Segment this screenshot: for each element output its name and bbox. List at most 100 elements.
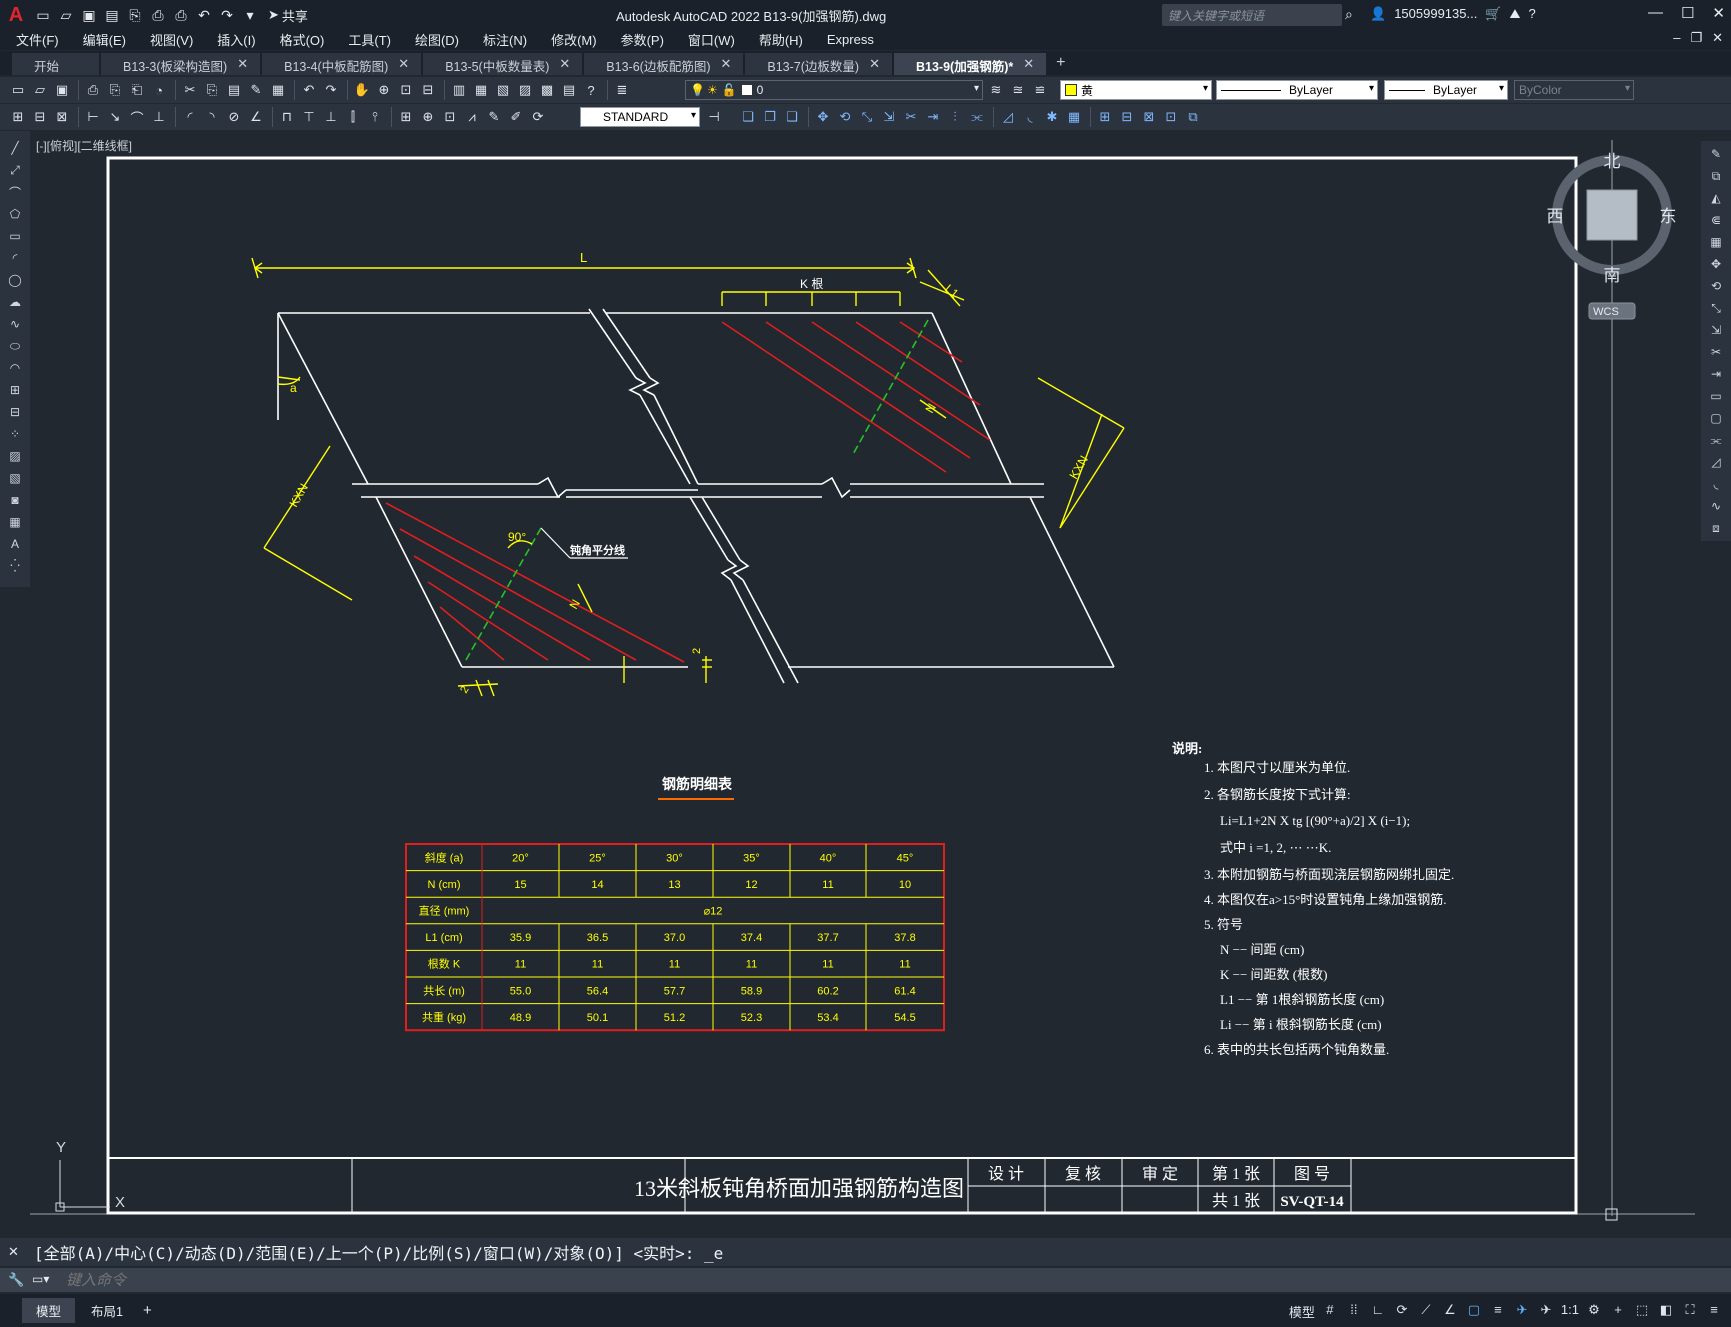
inspect-icon[interactable]: ⊡ bbox=[440, 107, 460, 127]
text-icon[interactable]: A bbox=[6, 535, 24, 553]
table-icon[interactable]: ▦ bbox=[6, 513, 24, 531]
maximize-icon[interactable]: ☐ bbox=[1681, 4, 1694, 22]
baseline-dim-icon[interactable]: ⊤ bbox=[299, 107, 319, 127]
search-input[interactable]: 键入关键字或短语 bbox=[1162, 4, 1342, 26]
linetype-dropdown[interactable]: ByLayer ▾ bbox=[1216, 80, 1378, 100]
edit-dim-icon[interactable]: ⊟ bbox=[30, 107, 50, 127]
add-selected-icon[interactable]: ⁛ bbox=[6, 557, 24, 575]
viewcube-south[interactable]: 南 bbox=[1604, 266, 1621, 285]
break-at-point-icon[interactable]: ▭ bbox=[1707, 387, 1725, 405]
layer-dropdown[interactable]: 💡 ☀ 🔓 0 ▾ bbox=[685, 80, 983, 100]
mirror-icon[interactable]: ◭ bbox=[1707, 189, 1725, 207]
break-icon[interactable]: ▢ bbox=[1707, 409, 1725, 427]
erase-icon[interactable]: ✎ bbox=[1707, 145, 1725, 163]
zoom-window-icon[interactable]: ⊡ bbox=[396, 80, 416, 100]
wcs-button[interactable] bbox=[1588, 302, 1636, 320]
diameter-dim-icon[interactable]: ⊘ bbox=[224, 107, 244, 127]
autocad-logo-icon[interactable]: A bbox=[0, 0, 32, 30]
region-icon[interactable]: ◙ bbox=[6, 491, 24, 509]
viewcube-west[interactable]: 西 bbox=[1547, 207, 1564, 226]
isolate-icon[interactable]: ◧ bbox=[1657, 1302, 1675, 1321]
doc-close-icon[interactable]: ✕ bbox=[1712, 30, 1723, 46]
menu-express[interactable]: Express bbox=[827, 32, 874, 47]
close-icon[interactable]: ✕ bbox=[8, 1244, 19, 1260]
object-snap-icon[interactable]: ▢ bbox=[1465, 1302, 1483, 1321]
plot-icon[interactable]: ⎙ bbox=[83, 80, 103, 100]
dim-style-manager-icon[interactable]: ⊣ bbox=[704, 107, 724, 127]
cart-icon[interactable]: 🛒 bbox=[1485, 6, 1501, 22]
share-button[interactable]: ➤ 共享 bbox=[268, 6, 308, 25]
tab-b13-6[interactable]: B13-6(边板配筋图) ✕ bbox=[584, 53, 744, 75]
menu-dimension[interactable]: 标注(N) bbox=[483, 30, 527, 49]
offset-icon[interactable]: ⋐ bbox=[1707, 211, 1725, 229]
menu-insert[interactable]: 插入(I) bbox=[217, 30, 255, 49]
stretch-icon[interactable]: ⇲ bbox=[879, 107, 899, 127]
menu-help[interactable]: 帮助(H) bbox=[759, 30, 803, 49]
make-block-icon[interactable]: ⊟ bbox=[1117, 107, 1137, 127]
hardware-accel-icon[interactable]: ⬚ bbox=[1633, 1302, 1651, 1321]
copy-object-icon[interactable]: ❏ bbox=[738, 107, 758, 127]
ortho-icon[interactable]: ∟ bbox=[1369, 1302, 1387, 1321]
doc-minimize-icon[interactable]: – bbox=[1673, 30, 1680, 46]
viewport-controls[interactable]: [-][俯视][二维线框] bbox=[36, 137, 132, 154]
menu-tools[interactable]: 工具(T) bbox=[348, 30, 391, 49]
redo-icon[interactable]: ↷ bbox=[321, 80, 341, 100]
block-editor-icon[interactable]: ▦ bbox=[268, 80, 288, 100]
table-icon[interactable]: ⊡ bbox=[1161, 107, 1181, 127]
paste-icon[interactable]: ▤ bbox=[224, 80, 244, 100]
hatch-icon[interactable]: ▨ bbox=[6, 447, 24, 465]
ellipse-icon[interactable]: ⬭ bbox=[6, 337, 24, 355]
group-icon[interactable]: ⧉ bbox=[1183, 107, 1203, 127]
plotstyle-dropdown[interactable]: ByColor ▾ bbox=[1514, 80, 1634, 100]
close-icon[interactable]: ✕ bbox=[869, 56, 880, 72]
save-as-icon[interactable]: ▤ bbox=[101, 5, 123, 25]
tab-b13-9[interactable]: B13-9(加强钢筋)* ✕ bbox=[893, 53, 1047, 75]
auto-scale-icon[interactable]: ✈ bbox=[1537, 1302, 1555, 1321]
chamfer-icon[interactable]: ◿ bbox=[1707, 453, 1725, 471]
ordinate-dim-icon[interactable]: ⊥ bbox=[149, 107, 169, 127]
chamfer-icon[interactable]: ◿ bbox=[998, 107, 1018, 127]
quick-dimension-icon[interactable]: ⊓ bbox=[277, 107, 297, 127]
menu-view[interactable]: 视图(V) bbox=[150, 30, 193, 49]
extend-icon[interactable]: ⇥ bbox=[1707, 365, 1725, 383]
publish-icon[interactable]: ⎗ bbox=[127, 80, 147, 100]
annotation-visibility-icon[interactable]: ✈ bbox=[1513, 1302, 1531, 1321]
attach-icon[interactable]: ⊠ bbox=[1139, 107, 1159, 127]
rectangle-icon[interactable]: ▭ bbox=[6, 227, 24, 245]
linear-dim-icon[interactable]: ⊢ bbox=[83, 107, 103, 127]
design-center-icon[interactable]: ▦ bbox=[471, 80, 491, 100]
tab-model[interactable]: 模型 bbox=[22, 1298, 76, 1323]
center-mark-icon[interactable]: ⊕ bbox=[418, 107, 438, 127]
menu-format[interactable]: 格式(O) bbox=[280, 30, 325, 49]
dim-break-icon[interactable]: ⫯ bbox=[365, 107, 385, 127]
new-tab-icon[interactable]: + bbox=[1056, 54, 1065, 72]
dim-edit-icon[interactable]: ✎ bbox=[484, 107, 504, 127]
explode-icon[interactable]: ⧈ bbox=[1707, 519, 1725, 537]
tab-start[interactable]: 开始 bbox=[12, 53, 100, 75]
extend-icon[interactable]: ⇥ bbox=[923, 107, 943, 127]
doc-restore-icon[interactable]: ❐ bbox=[1690, 30, 1702, 46]
quick-dim-icon[interactable]: ⊞ bbox=[8, 107, 28, 127]
markup-icon[interactable]: ▩ bbox=[537, 80, 557, 100]
array-icon[interactable]: ▦ bbox=[1707, 233, 1725, 251]
make-block-icon[interactable]: ⊟ bbox=[6, 403, 24, 421]
continue-dim-icon[interactable]: ⊥ bbox=[321, 107, 341, 127]
ellipse-arc-icon[interactable]: ◠ bbox=[6, 359, 24, 377]
viewcube-face[interactable] bbox=[1586, 189, 1638, 241]
clean-screen-icon[interactable]: ⛶ bbox=[1681, 1302, 1699, 1321]
object-snap-tracking-icon[interactable]: ∠ bbox=[1441, 1302, 1459, 1321]
recent-commands-icon[interactable]: ▭▾ bbox=[32, 1272, 49, 1286]
fillet-icon[interactable]: ◟ bbox=[1020, 107, 1040, 127]
dim-space-icon[interactable]: ⫿ bbox=[343, 107, 363, 127]
3d-print-icon[interactable]: ◔ bbox=[149, 80, 169, 100]
plot-preview-icon[interactable]: ⎘ bbox=[105, 80, 125, 100]
menu-parametric[interactable]: 参数(P) bbox=[621, 30, 664, 49]
arc-length-icon[interactable]: ⌒ bbox=[127, 107, 147, 127]
angular-dim-icon[interactable]: ∠ bbox=[246, 107, 266, 127]
gradient-icon[interactable]: ▧ bbox=[6, 469, 24, 487]
dim-text-edit-icon[interactable]: ✐ bbox=[506, 107, 526, 127]
calculator-icon[interactable]: ▤ bbox=[559, 80, 579, 100]
polyline-icon[interactable]: ⌒ bbox=[6, 183, 24, 201]
menu-draw[interactable]: 绘图(D) bbox=[415, 30, 459, 49]
drawing-canvas[interactable]: 13米斜板钝角桥面加强钢筋构造图 设 计 复 核 审 定 第 1 张 图 号 共… bbox=[0, 0, 1731, 1327]
